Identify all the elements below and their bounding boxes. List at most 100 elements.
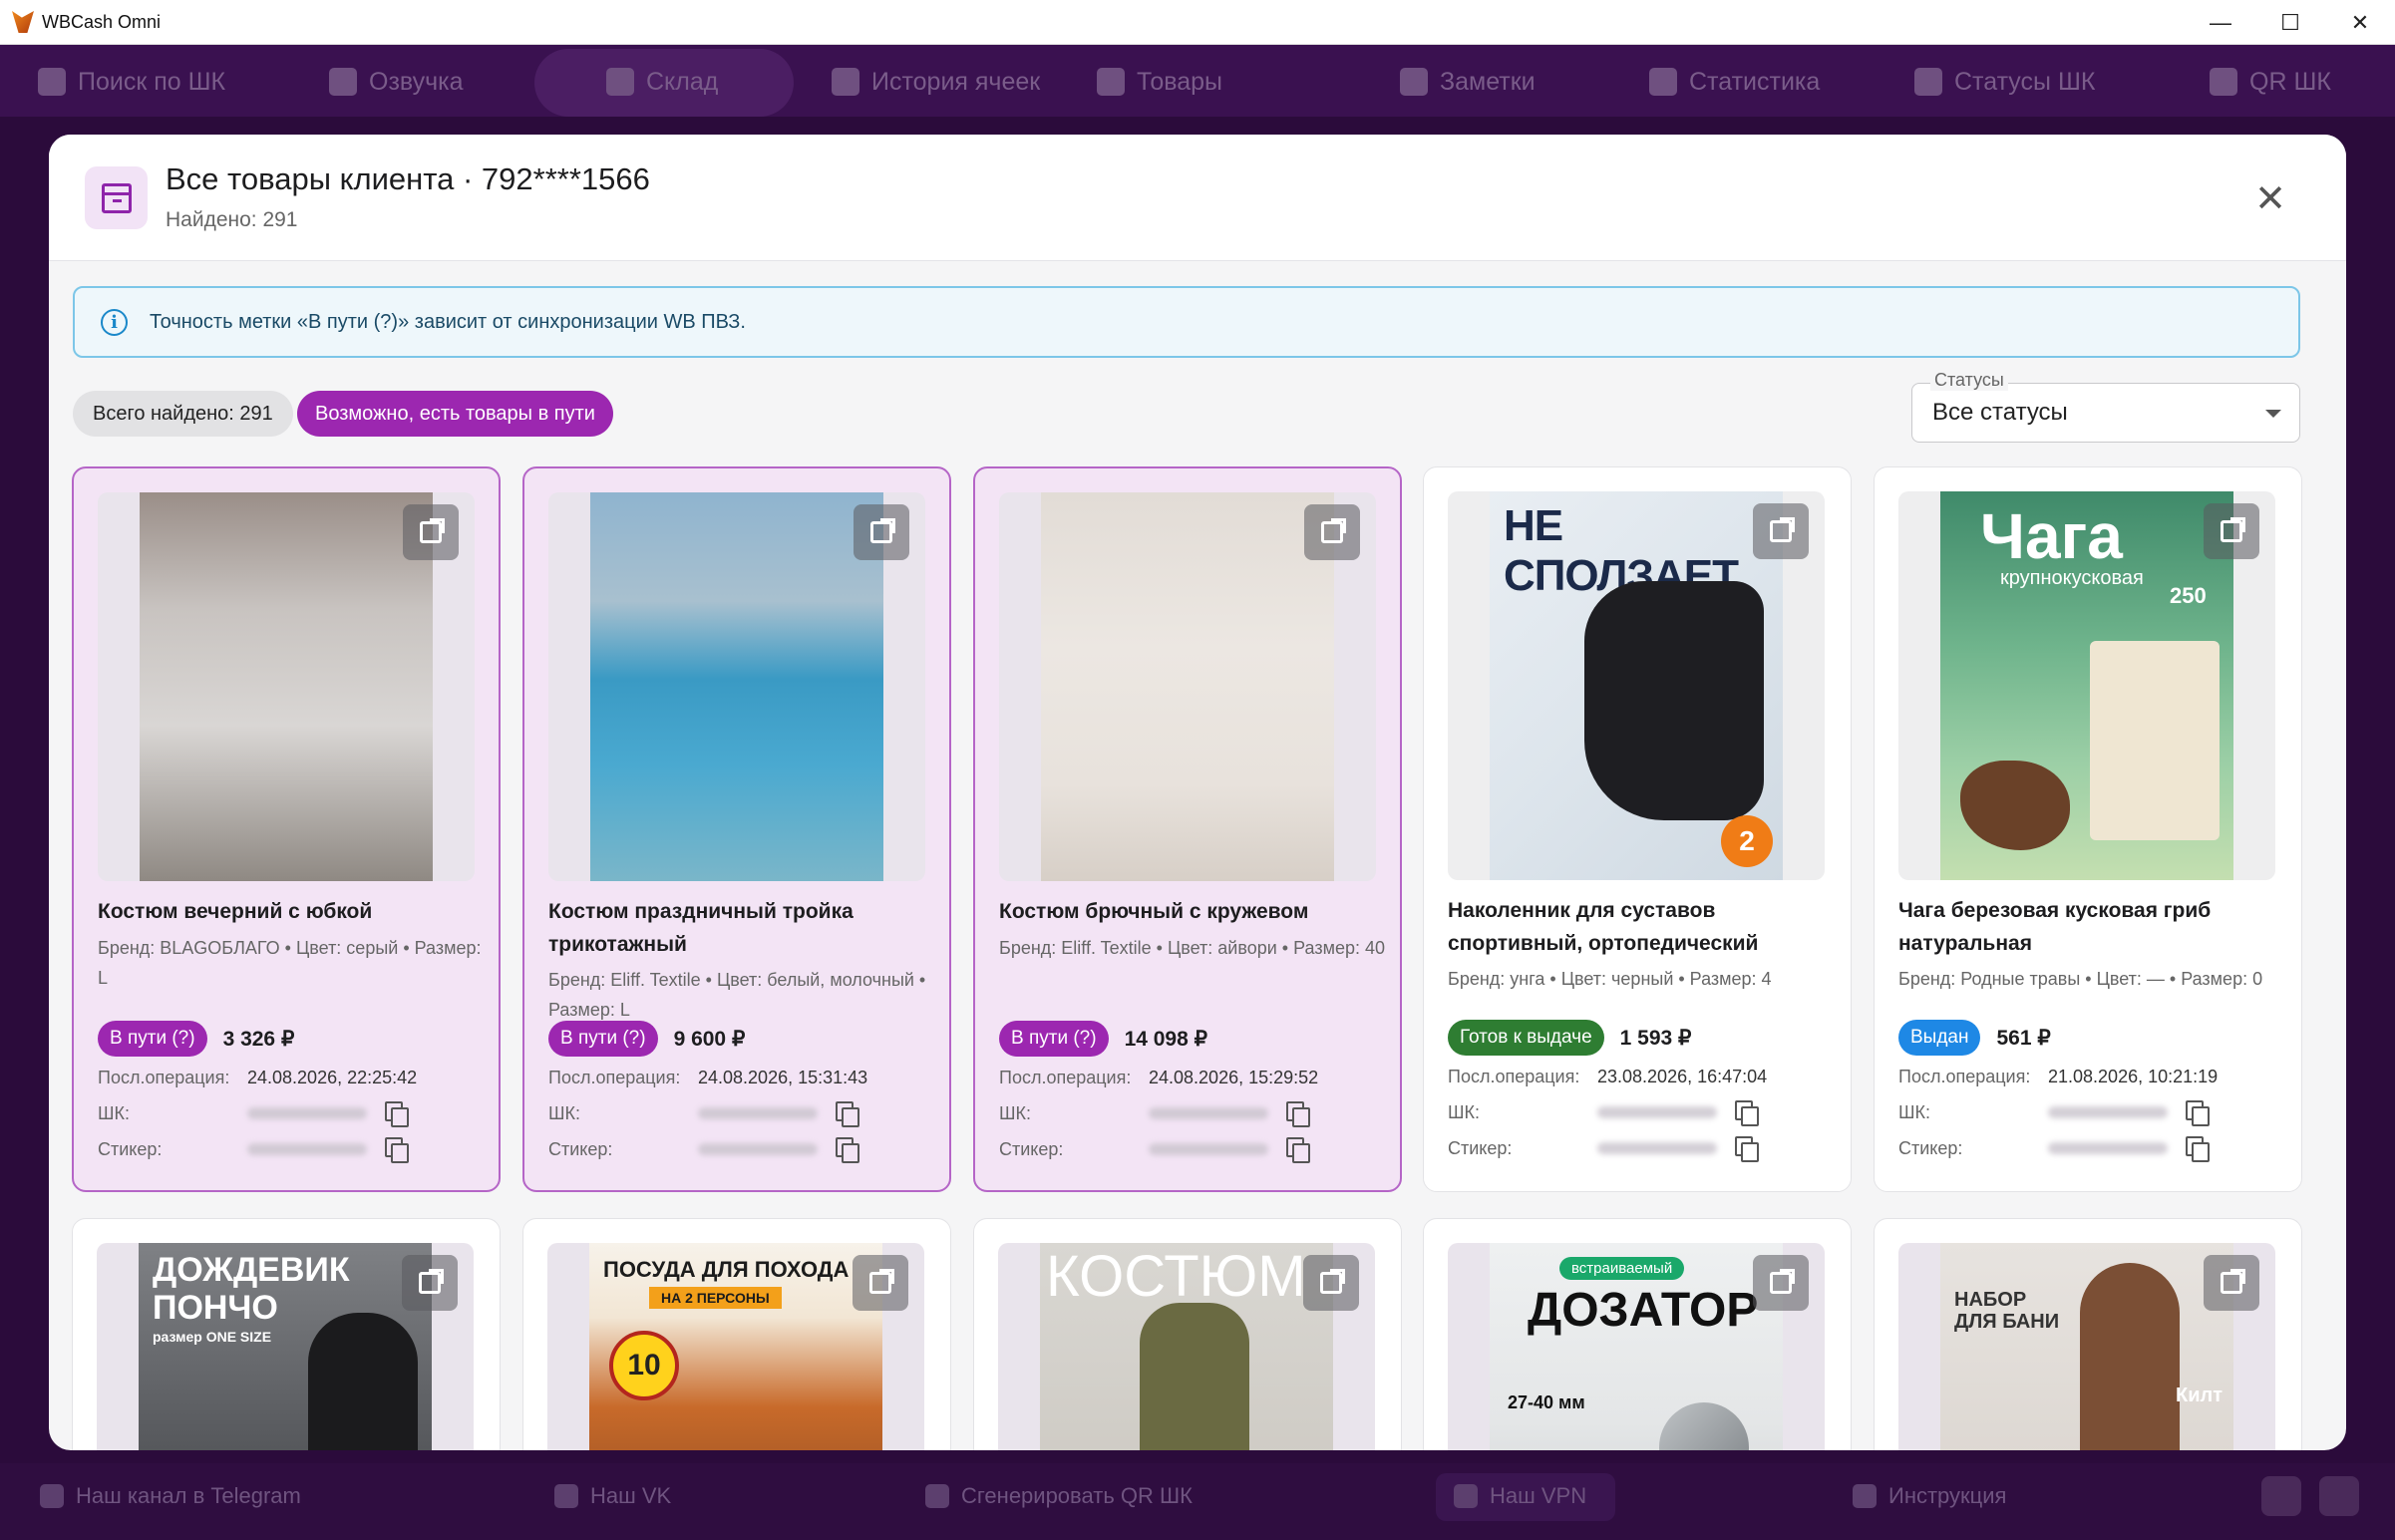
barcode-label: ШК: — [98, 1102, 130, 1123]
product-card[interactable]: Костюм вечерний с юбкой Бренд: BLAGOБЛАГ… — [72, 466, 501, 1192]
vpn-label: Наш VPN — [1490, 1483, 1587, 1508]
nav-item-qr[interactable]: QR ШК — [2210, 63, 2331, 101]
last-op-row: Посл.операция: 21.08.2026, 10:21:19 — [1898, 1062, 2287, 1091]
open-external-icon[interactable] — [2204, 1255, 2259, 1311]
photo-size-text: размер ONE SIZE — [153, 1329, 272, 1345]
nav-item-warehouse[interactable]: Склад — [606, 63, 718, 101]
open-external-icon[interactable] — [854, 504, 909, 560]
product-meta: Бренд: BLAGOБЛАГО • Цвет: серый • Размер… — [98, 938, 482, 988]
product-card[interactable]: ДОЖДЕВИК ПОНЧО размер ONE SIZE — [72, 1218, 501, 1450]
product-card[interactable]: встраиваемый ДОЗАТОР 27-40 мм — [1423, 1218, 1852, 1450]
nav-label: Поиск по ШК — [78, 67, 226, 96]
settings-button[interactable] — [2319, 1476, 2359, 1516]
photo-weight: 250 — [2170, 583, 2207, 608]
copy-icon[interactable] — [836, 1101, 859, 1127]
voice-icon — [329, 68, 357, 96]
status-row: В пути (?) 9 600 ₽ — [548, 1021, 745, 1057]
copy-icon[interactable] — [836, 1137, 859, 1163]
vk-link[interactable]: Наш VK — [554, 1483, 671, 1509]
list-icon — [1914, 68, 1942, 96]
photo-subheadline: крупнокусковая — [2000, 567, 2144, 589]
chaga-piece-shape — [1960, 761, 2070, 850]
info-alert: i Точность метки «В пути (?)» зависит от… — [73, 286, 2300, 358]
nav-item-products[interactable]: Товары — [1097, 63, 1222, 101]
product-card[interactable]: НАБОР ДЛЯ БАНИ Килт — [1874, 1218, 2302, 1450]
sticker-label: Стикер: — [1898, 1137, 1963, 1158]
product-card[interactable]: Костюм праздничный тройка трикотажный Бр… — [522, 466, 951, 1192]
product-image[interactable]: Чага крупнокусковая 250 — [1898, 491, 2275, 880]
product-image[interactable] — [98, 492, 475, 881]
profile-button[interactable] — [2261, 1476, 2301, 1516]
nav-item-statistics[interactable]: Статистика — [1649, 63, 1820, 101]
open-external-icon[interactable] — [1753, 503, 1809, 559]
product-photo: НЕ СПОЛЗАЕТ 2 — [1490, 491, 1783, 880]
product-image[interactable]: встраиваемый ДОЗАТОР 27-40 мм — [1448, 1243, 1825, 1450]
nav-item-voice[interactable]: Озвучка — [329, 63, 464, 101]
telegram-link[interactable]: Наш канал в Telegram — [40, 1483, 301, 1509]
minimize-button[interactable]: — — [2186, 0, 2255, 45]
copy-icon[interactable] — [2186, 1136, 2210, 1162]
product-image[interactable]: НЕ СПОЛЗАЕТ 2 — [1448, 491, 1825, 880]
product-photo: КОСТЮМ — [1040, 1243, 1333, 1450]
vpn-link[interactable]: Наш VPN — [1454, 1483, 1586, 1509]
product-card[interactable]: КОСТЮМ — [973, 1218, 1402, 1450]
open-external-icon[interactable] — [402, 1255, 458, 1311]
product-card[interactable]: Костюм брючный с кружевом Бренд: Eliff. … — [973, 466, 1402, 1192]
sticker-label: Стикер: — [1448, 1137, 1513, 1158]
manual-link[interactable]: Инструкция — [1853, 1483, 2006, 1509]
open-external-icon[interactable] — [1303, 1255, 1359, 1311]
top-navigation: Поиск по ШК Озвучка Склад История ячеек … — [0, 45, 2395, 117]
copy-icon[interactable] — [1286, 1101, 1310, 1127]
copy-icon[interactable] — [385, 1137, 409, 1163]
nav-item-barcode-search[interactable]: Поиск по ШК — [38, 63, 225, 101]
open-external-icon[interactable] — [403, 504, 459, 560]
product-title: Костюм праздничный тройка трикотажный — [548, 900, 854, 956]
product-image[interactable] — [548, 492, 925, 881]
copy-icon[interactable] — [1735, 1100, 1759, 1126]
nav-item-cell-history[interactable]: История ячеек — [832, 63, 1040, 101]
close-window-button[interactable]: ✕ — [2325, 0, 2395, 45]
modal-header: Все товары клиента · 792****1566 Найдено… — [49, 135, 2346, 261]
nav-item-barcode-statuses[interactable]: Статусы ШК — [1914, 63, 2095, 101]
generate-qr-link[interactable]: Сгенерировать QR ШК — [925, 1483, 1193, 1509]
window-title: WBCash Omni — [42, 11, 162, 32]
photo-headline: КОСТЮМ — [1046, 1244, 1306, 1309]
nav-item-notes[interactable]: Заметки — [1400, 63, 1536, 101]
open-external-icon[interactable] — [1753, 1255, 1809, 1311]
product-card[interactable]: Чага крупнокусковая 250 Чага березовая к… — [1874, 466, 2302, 1192]
product-image[interactable]: ПОСУДА ДЛЯ ПОХОДА НА 2 ПЕРСОНЫ 10 — [547, 1243, 924, 1450]
product-image[interactable]: КОСТЮМ — [998, 1243, 1375, 1450]
modal-close-button[interactable]: ✕ — [2248, 176, 2292, 220]
status-badge: В пути (?) — [548, 1021, 658, 1057]
status-filter-value: Все статусы — [1932, 399, 2068, 426]
maximize-button[interactable]: ☐ — [2255, 0, 2325, 45]
open-external-icon[interactable] — [1304, 504, 1360, 560]
status-filter-select[interactable]: Все статусы — [1911, 383, 2300, 443]
barcode-label: ШК: — [1898, 1101, 1930, 1122]
copy-icon[interactable] — [1735, 1136, 1759, 1162]
nav-label: Статусы ШК — [1954, 67, 2096, 96]
copy-icon[interactable] — [2186, 1100, 2210, 1126]
app-logo-icon — [12, 11, 34, 33]
product-image[interactable] — [999, 492, 1376, 881]
product-image[interactable]: НАБОР ДЛЯ БАНИ Килт — [1898, 1243, 2275, 1450]
product-price: 3 326 ₽ — [222, 1027, 295, 1051]
open-external-icon[interactable] — [853, 1255, 908, 1311]
total-found-chip: Всего найдено: 291 — [73, 391, 293, 437]
product-meta: Бренд: Eliff. Textile • Цвет: айвори • Р… — [999, 938, 1385, 958]
product-card[interactable]: НЕ СПОЛЗАЕТ 2 Наколенник для суставов сп… — [1423, 466, 1852, 1192]
product-photo: Чага крупнокусковая 250 — [1940, 491, 2233, 880]
nav-label: QR ШК — [2249, 67, 2331, 96]
modal-found-count: Найдено: 291 — [166, 208, 298, 231]
product-meta: Бренд: унга • Цвет: черный • Размер: 4 — [1448, 969, 1772, 989]
in-transit-chip[interactable]: Возможно, есть товары в пути — [297, 391, 613, 437]
copy-icon[interactable] — [1286, 1137, 1310, 1163]
last-op-row: Посл.операция: 23.08.2026, 16:47:04 — [1448, 1062, 1837, 1091]
copy-icon[interactable] — [385, 1101, 409, 1127]
product-image[interactable]: ДОЖДЕВИК ПОНЧО размер ONE SIZE — [97, 1243, 474, 1450]
info-icon: i — [101, 308, 128, 336]
product-card[interactable]: ПОСУДА ДЛЯ ПОХОДА НА 2 ПЕРСОНЫ 10 — [522, 1218, 951, 1450]
open-external-icon[interactable] — [2204, 503, 2259, 559]
last-op-label: Посл.операция: — [98, 1067, 230, 1087]
product-meta: Бренд: Родные травы • Цвет: — • Размер: … — [1898, 969, 2263, 989]
